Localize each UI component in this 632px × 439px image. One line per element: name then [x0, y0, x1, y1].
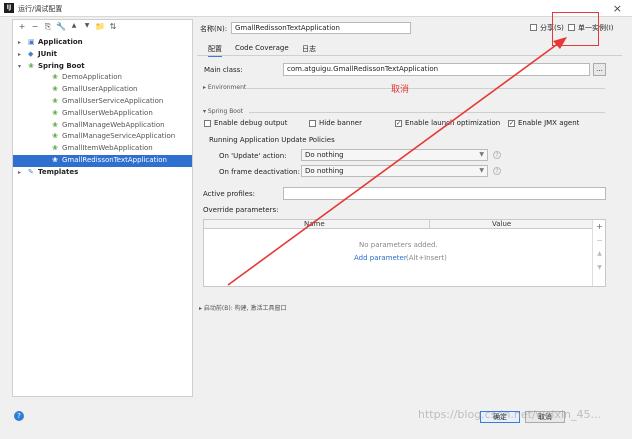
- help-button[interactable]: ?: [14, 411, 24, 421]
- annotation-arrow: [227, 37, 567, 286]
- watermark: https://blog.csdn.net/weixin_45...: [418, 408, 602, 421]
